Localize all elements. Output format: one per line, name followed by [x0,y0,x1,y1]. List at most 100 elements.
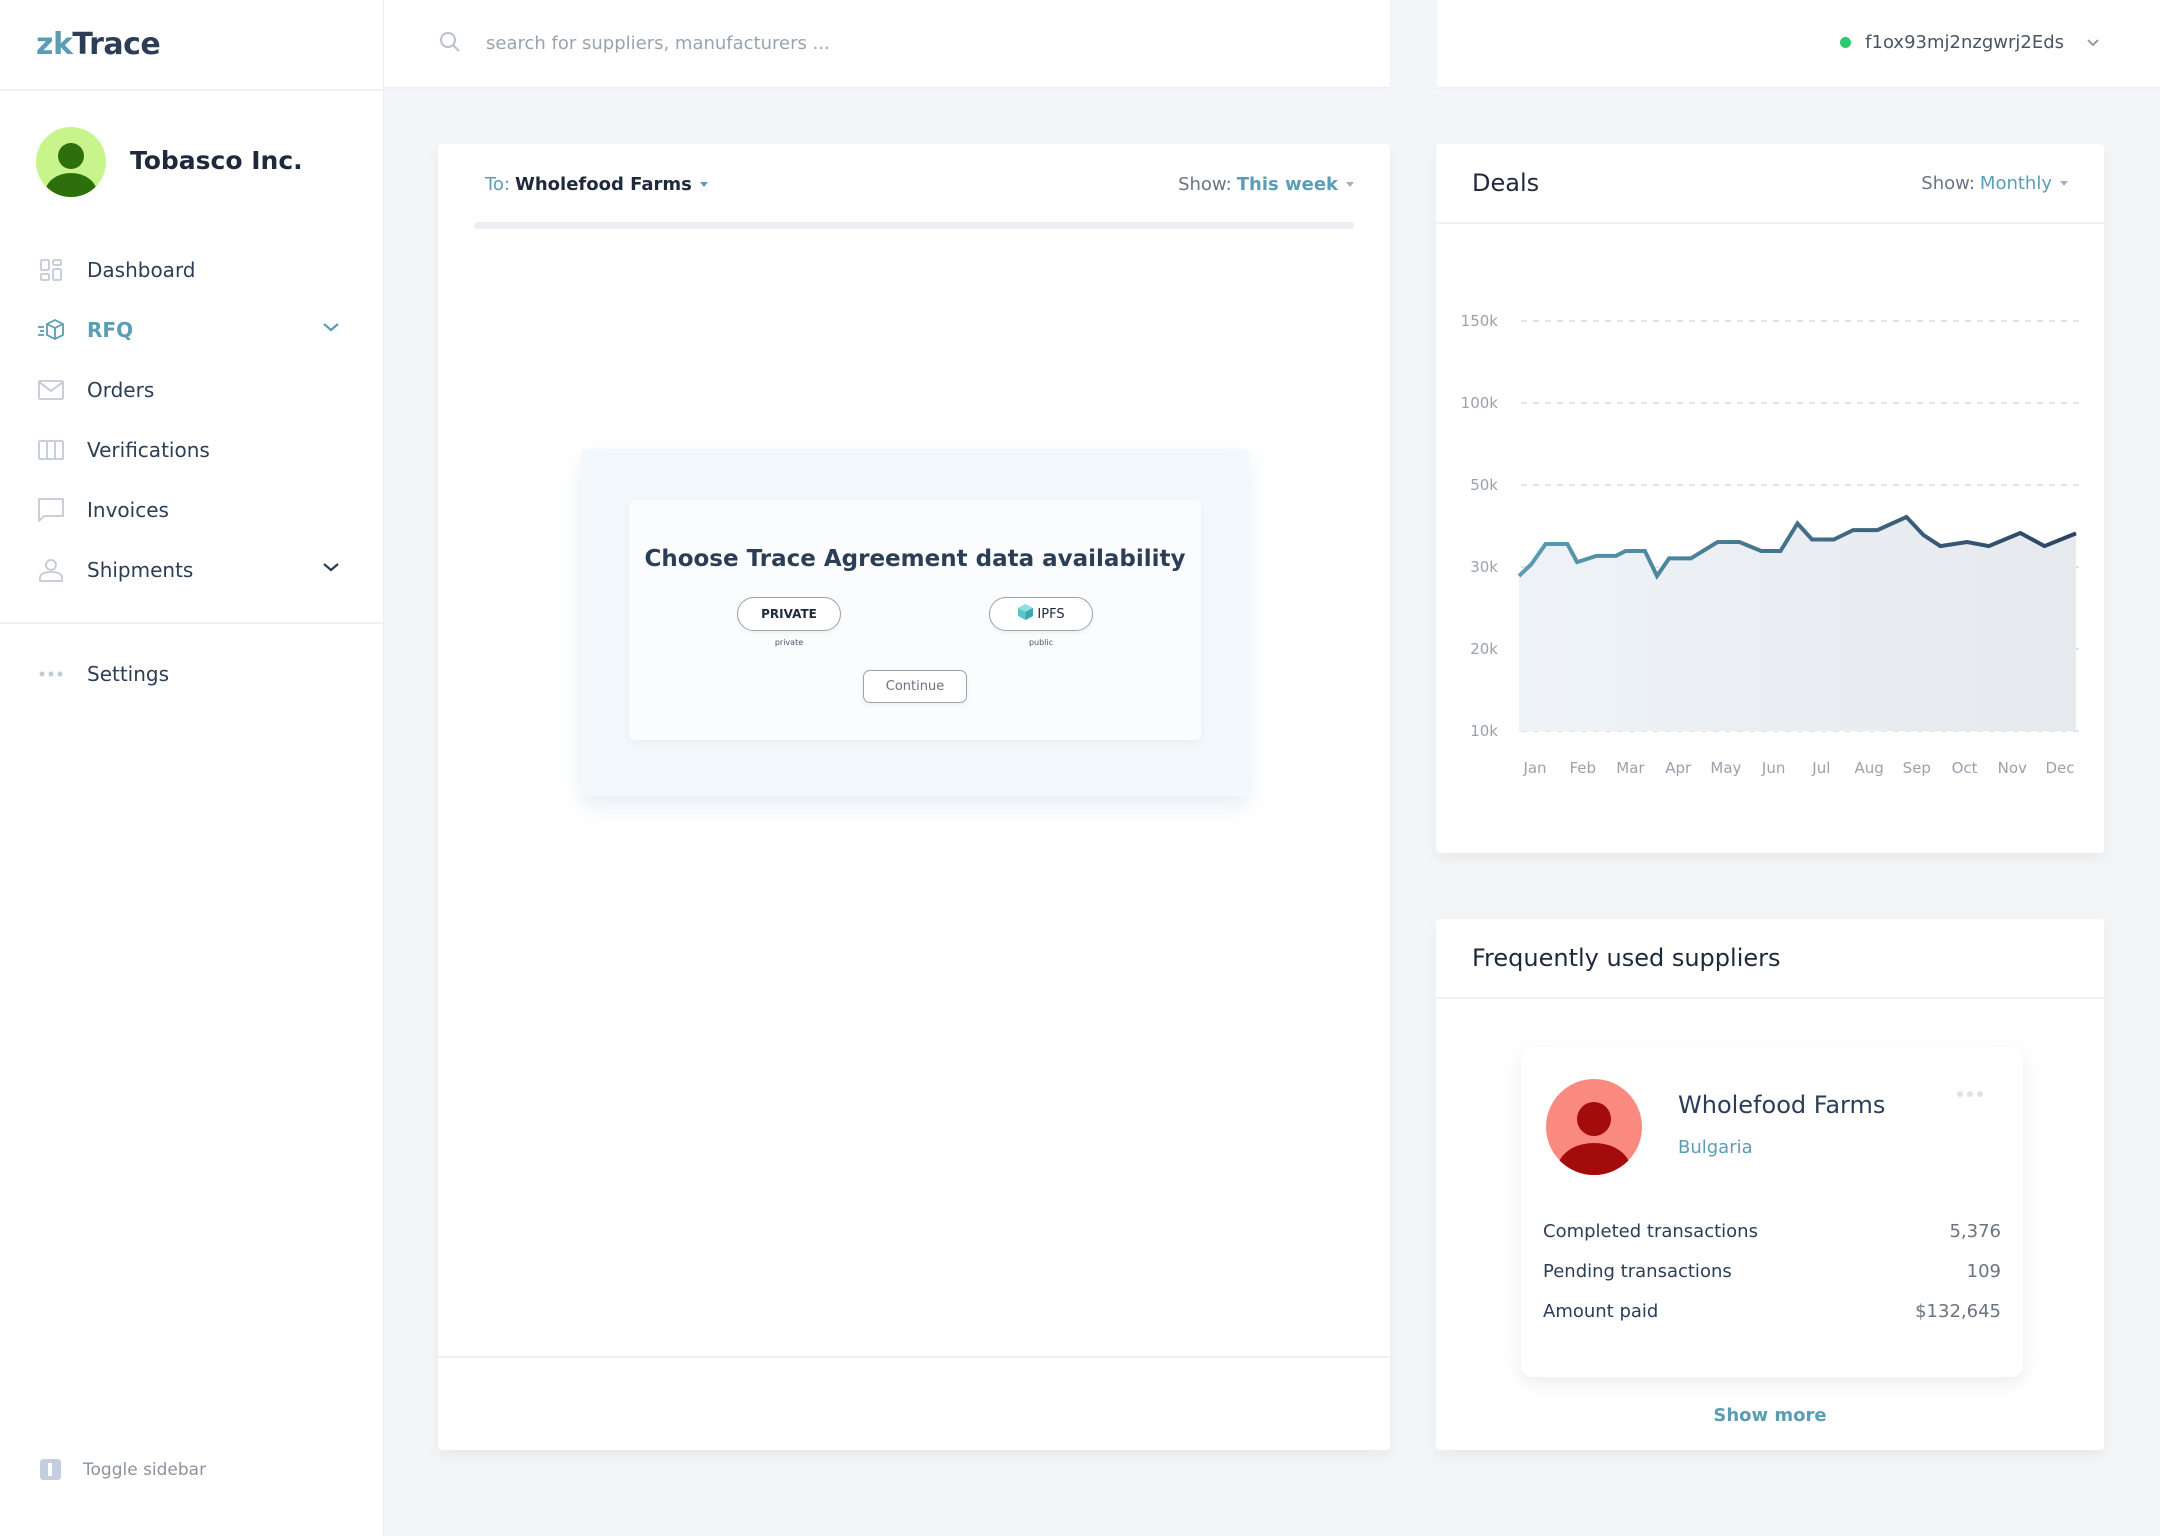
x-tick-label: Oct [1952,759,1978,777]
sidebar-item-verifications[interactable]: Verifications [0,420,384,480]
deals-panel: Deals Show: Monthly 10k 20k 30k 50k 100k 150k… [1436,144,2104,853]
stat-row: Amount paid $132,645 [1543,1301,2001,1322]
x-tick-label: Jul [1811,759,1830,777]
rfq-panel: To: Wholefood Farms Show: This week Choo… [438,144,1390,1450]
caret-down-icon [1346,181,1354,187]
x-tick-label: Dec [2045,759,2074,777]
columns-icon [36,435,66,465]
app-logo[interactable]: zkTrace [36,27,161,62]
panel-footer-divider [438,1356,1390,1358]
y-tick-label: 150k [1461,312,1499,330]
y-tick-label: 100k [1461,394,1499,412]
suppliers-header: Frequently used suppliers [1436,919,2104,999]
x-tick-label: Nov [1998,759,2027,777]
sidebar-divider [0,622,384,624]
recipient-value: Wholefood Farms [515,173,692,195]
option-label: IPFS [1037,606,1065,622]
avatar-head [1577,1102,1611,1136]
sidebar-settings-section: Settings [0,644,384,704]
stat-value: $132,645 [1915,1301,2001,1322]
search-input[interactable] [486,33,1086,54]
dialog-title: Choose Trace Agreement data availability [644,546,1186,572]
x-tick-label: Jan [1522,759,1546,777]
period-value: This week [1236,173,1338,195]
stat-label: Amount paid [1543,1301,1659,1322]
logo-suffix: Trace [72,27,161,62]
continue-button[interactable]: Continue [863,670,967,703]
chevron-down-icon[interactable] [322,558,340,577]
more-dots-icon [36,659,66,689]
dashboard-icon [36,255,66,285]
trace-agreement-card: Choose Trace Agreement data availability… [629,500,1201,740]
mail-icon [36,375,66,405]
search-icon [438,30,462,58]
sidebar-item-label: Orders [87,378,155,402]
logo-bar: zkTrace [0,0,383,91]
status-dot-icon [1840,37,1852,48]
sidebar-item-label: Settings [87,662,170,686]
chevron-down-icon[interactable] [322,318,340,337]
stat-value: 109 [1966,1261,2001,1282]
user-icon [36,555,66,585]
y-tick-label: 20k [1470,640,1498,658]
sidebar-item-label: Verifications [87,438,210,462]
suppliers-panel: Frequently used suppliers Wholefood Farm… [1436,919,2104,1450]
x-tick-label: Feb [1569,759,1596,777]
sidebar-nav: Dashboard RFQ Orders Verifications Invoi… [0,240,384,600]
stat-value: 5,376 [1949,1221,2001,1242]
sidebar-item-orders[interactable]: Orders [0,360,384,420]
org-name: Tobasco Inc. [130,146,303,175]
supplier-name: Wholefood Farms [1678,1091,1886,1119]
toggle-sidebar-button[interactable]: Toggle sidebar [40,1459,206,1480]
sidebar-item-invoices[interactable]: Invoices [0,480,384,540]
search-bar [384,0,1390,89]
deals-area [1519,517,2076,731]
more-options-icon[interactable] [1957,1091,1983,1097]
period-label: Show: [1178,173,1232,195]
deals-chart: 10k 20k 30k 50k 100k 150k Jan Feb Mar Apr May Jun Ju… [1461,312,2080,777]
stat-label: Pending transactions [1543,1261,1732,1282]
option-caption: private [774,638,804,647]
rfq-panel-header: To: Wholefood Farms Show: This week [438,144,1390,222]
sidebar: zkTrace Tobasco Inc. Dashboard RFQ Order… [0,0,384,1536]
sidebar-item-label: Invoices [87,498,169,522]
x-tick-label: Apr [1665,759,1692,777]
show-more-link[interactable]: Show more [1436,1405,2104,1426]
private-option-button[interactable]: PRIVATE [737,597,841,631]
stat-row: Pending transactions 109 [1543,1261,2001,1282]
y-tick-label: 10k [1470,722,1498,740]
sidebar-toggle-icon [40,1459,61,1480]
avatar-head [58,143,84,169]
wallet-selector[interactable]: f1ox93mj2nzgwrj2Eds [1840,32,2100,53]
x-tick-label: May [1710,759,1741,777]
org-avatar [36,127,106,197]
option-caption: public [1028,638,1054,647]
avatar-body [45,173,97,197]
recipient-selector[interactable]: To: Wholefood Farms [485,174,708,195]
period-selector[interactable]: Show: This week [1178,174,1354,195]
supplier-avatar [1546,1079,1642,1175]
y-tick-label: 50k [1470,476,1498,494]
stat-row: Completed transactions 5,376 [1543,1221,2001,1242]
x-tick-label: Mar [1616,759,1645,777]
ipfs-cube-icon [1017,603,1034,625]
ipfs-option-button[interactable]: IPFS [989,597,1093,631]
stat-label: Completed transactions [1543,1221,1758,1242]
x-tick-label: Sep [1903,759,1931,777]
sidebar-item-settings[interactable]: Settings [0,644,384,704]
suppliers-title: Frequently used suppliers [1472,944,1781,972]
toggle-sidebar-label: Toggle sidebar [83,1459,207,1480]
x-tick-label: Jun [1761,759,1785,777]
y-tick-label: 30k [1470,558,1498,576]
account-bar: f1ox93mj2nzgwrj2Eds [1437,0,2160,89]
avatar-body [1558,1143,1630,1175]
sidebar-item-label: Dashboard [87,258,196,282]
option-label: PRIVATE [761,607,817,621]
recipient-label: To: [485,173,511,195]
sidebar-item-rfq[interactable]: RFQ [0,300,384,360]
sidebar-item-dashboard[interactable]: Dashboard [0,240,384,300]
sidebar-item-label: RFQ [87,318,134,342]
sidebar-item-shipments[interactable]: Shipments [0,540,384,600]
supplier-card[interactable]: Wholefood Farms Bulgaria Completed trans… [1521,1047,2023,1377]
x-tick-label: Aug [1854,759,1883,777]
